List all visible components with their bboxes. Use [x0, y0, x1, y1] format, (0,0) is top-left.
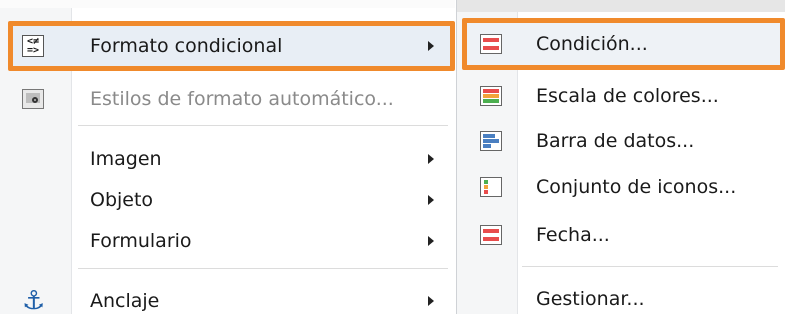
menu-item-label: Estilos de formato automático...: [90, 88, 394, 110]
submenu-item-escala-colores[interactable]: Escala de colores...: [456, 76, 785, 116]
menu-separator: [78, 125, 448, 126]
date-icon: [480, 225, 502, 245]
menu-item-label: Imagen: [90, 148, 162, 170]
conditional-format-icon: <≠ =>: [22, 35, 44, 57]
submenu-item-label: Gestionar...: [536, 288, 645, 310]
submenu-item-conjunto-iconos[interactable]: Conjunto de iconos...: [456, 167, 785, 207]
anchor-icon: ⚓: [22, 286, 46, 316]
menu-item-label: Anclaje: [90, 290, 160, 312]
menu-item-label: Objeto: [90, 189, 154, 211]
submenu-arrow-icon: [428, 195, 434, 205]
menu-item-formulario[interactable]: Formulario: [0, 222, 455, 260]
submenu-arrow-icon: [428, 296, 434, 306]
menu-item-label: Formato condicional: [90, 35, 283, 57]
submenu-separator: [522, 266, 778, 267]
color-scale-icon: [480, 86, 502, 106]
submenu-item-fecha[interactable]: Fecha...: [456, 215, 785, 255]
submenu-item-condicion[interactable]: Condición...: [456, 24, 785, 64]
submenu-item-label: Fecha...: [536, 224, 610, 246]
submenu-arrow-icon: [428, 236, 434, 246]
menu-item-formato-condicional[interactable]: <≠ => Formato condicional: [0, 27, 455, 65]
submenu-item-gestionar[interactable]: Gestionar...: [456, 279, 785, 319]
submenu-item-label: Conjunto de iconos...: [536, 176, 737, 198]
submenu-item-label: Barra de datos...: [536, 130, 695, 152]
menu-item-label: Formulario: [90, 230, 192, 252]
icon-set-icon: [480, 177, 502, 197]
data-bar-icon: [480, 131, 502, 151]
submenu-item-label: Escala de colores...: [536, 85, 719, 107]
submenu-arrow-icon: [428, 41, 434, 51]
autoformat-icon: [22, 89, 44, 109]
menu-top-strip: [0, 0, 455, 8]
menu-item-anclaje[interactable]: ⚓ Anclaje: [0, 282, 455, 320]
submenu-arrow-icon: [428, 154, 434, 164]
submenu-item-label: Condición...: [536, 33, 648, 55]
menu-item-objeto[interactable]: Objeto: [0, 181, 455, 219]
submenu-top-strip: [457, 0, 785, 12]
menu-separator: [78, 268, 448, 269]
submenu-item-barra-datos[interactable]: Barra de datos...: [456, 121, 785, 161]
menu-item-imagen[interactable]: Imagen: [0, 140, 455, 178]
menu-item-estilos-formato-automatico[interactable]: Estilos de formato automático...: [0, 80, 455, 118]
condition-icon: [480, 34, 502, 54]
